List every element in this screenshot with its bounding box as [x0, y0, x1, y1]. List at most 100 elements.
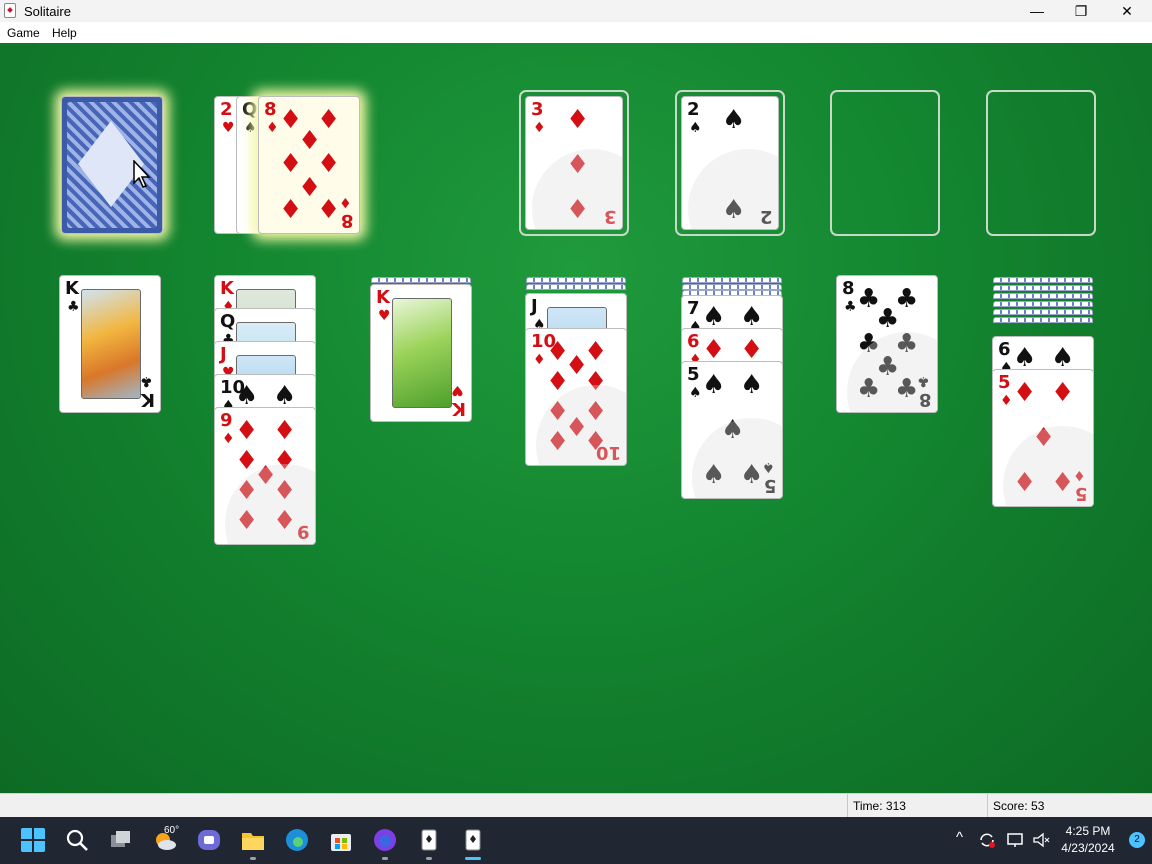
- card-rank: K: [65, 278, 79, 299]
- spade-pip-icon: ♠: [721, 415, 745, 445]
- card-rank: 3: [531, 99, 544, 120]
- sync-icon[interactable]: [978, 831, 996, 849]
- solitaire-active-taskbar-icon[interactable]: [460, 827, 486, 853]
- card-suit-bottom: ♠: [762, 459, 775, 475]
- diamond-pip-icon: ♦: [1013, 378, 1037, 408]
- close-button[interactable]: ✕: [1104, 0, 1150, 22]
- running-indicator: [382, 857, 388, 860]
- card-suit: ♦: [266, 120, 279, 136]
- menu-bar: Game Help: [0, 22, 1152, 43]
- card-rank: 2: [687, 99, 700, 120]
- window-title: Solitaire: [24, 4, 71, 19]
- tableau-card[interactable]: 10 ♦ ♦ ♦ ♦ ♦ ♦ ♦ ♦ ♦ ♦ ♦ 10: [525, 328, 627, 466]
- card-rank: 8: [264, 99, 277, 120]
- clock-time[interactable]: 4:25 PM: [1056, 824, 1120, 838]
- teams-chat-icon[interactable]: [196, 827, 222, 853]
- task-view-icon[interactable]: [108, 827, 134, 853]
- club-pip-icon: ♣: [895, 329, 919, 359]
- card-rank: 9: [220, 410, 233, 431]
- tableau-card[interactable]: 8 ♣ ♣ ♣ ♣ ♣ ♣ ♣ ♣ ♣ 8 ♣: [836, 275, 938, 413]
- diamond-pip-icon: ♦: [584, 397, 608, 427]
- diamond-pip-icon: ♦: [702, 335, 726, 365]
- windows-start-icon[interactable]: [20, 827, 46, 853]
- foundation-slot-4[interactable]: [986, 90, 1096, 236]
- network-icon[interactable]: [1006, 831, 1024, 849]
- diamond-pip-icon: ♦: [566, 105, 590, 135]
- club-pip-icon: ♣: [895, 374, 919, 404]
- minimize-button[interactable]: —: [1014, 0, 1060, 22]
- show-hidden-icons-chevron[interactable]: ^: [956, 829, 963, 846]
- card-rank-bottom: 8: [341, 210, 354, 231]
- menu-game[interactable]: Game: [7, 26, 40, 40]
- spade-pip-icon: ♠: [1051, 343, 1075, 373]
- card-rank: 7: [687, 298, 700, 319]
- card-suit-bottom: ♣: [140, 373, 153, 389]
- time-display: Time: 313: [847, 794, 987, 818]
- card-rank-bottom: 8: [919, 389, 932, 410]
- card-rank-bottom: K: [452, 398, 466, 419]
- face-down-card-edge: [993, 301, 1093, 307]
- tableau-card[interactable]: K ♥ K ♥: [370, 284, 472, 422]
- card-suit: ♦: [533, 352, 546, 368]
- taskbar: 60° ^ 4:25 PM 4/23/2024 2: [0, 817, 1152, 864]
- spade-pip-icon: ♠: [235, 381, 259, 411]
- spade-pip-icon: ♠: [702, 460, 726, 490]
- microsoft-store-icon[interactable]: [328, 827, 354, 853]
- foundation-slot-2[interactable]: 2 ♠ ♠ ♠ 2: [675, 90, 785, 236]
- foundation-slot-3[interactable]: [830, 90, 940, 236]
- card-suit-bottom: ♥: [451, 382, 464, 398]
- card-suit: ♦: [222, 431, 235, 447]
- mouse-pointer-icon: [133, 160, 151, 188]
- edge-browser-icon[interactable]: [284, 827, 310, 853]
- spade-pip-icon: ♠: [740, 460, 764, 490]
- card-suit: ♠: [689, 120, 702, 136]
- diamond-pip-icon: ♦: [1013, 468, 1037, 498]
- face-down-card-edge: [993, 317, 1093, 323]
- diamond-pip-icon: ♦: [235, 506, 259, 536]
- menu-help[interactable]: Help: [52, 26, 77, 40]
- face-down-card-edge: [526, 284, 626, 290]
- club-pip-icon: ♣: [876, 352, 900, 382]
- face-down-card-edge: [993, 277, 1093, 283]
- card-suit: ♦: [533, 120, 546, 136]
- diamond-pip-icon: ♦: [584, 367, 608, 397]
- card-suit: ♣: [67, 299, 80, 315]
- tableau-card[interactable]: 5 ♦ ♦ ♦ ♦ ♦ ♦ 5 ♦: [992, 369, 1094, 507]
- restore-button[interactable]: ❐: [1058, 0, 1104, 22]
- card-rank: 2: [220, 99, 233, 120]
- solitaire-app-icon: [4, 3, 16, 18]
- score-label: Score:: [993, 799, 1028, 813]
- diamond-pip-icon: ♦: [1051, 468, 1075, 498]
- title-bar[interactable]: Solitaire — ❐ ✕: [0, 0, 1152, 22]
- time-value: 313: [885, 799, 906, 813]
- card-suit-bottom: ♦: [339, 194, 352, 210]
- diamond-pip-icon: ♦: [235, 416, 259, 446]
- running-indicator: [426, 857, 432, 860]
- tableau-card[interactable]: 5 ♠ ♠ ♠ ♠ ♠ ♠ 5 ♠: [681, 361, 783, 499]
- card-suit: ♥: [222, 120, 235, 136]
- tableau-card[interactable]: 9 ♦ ♦ ♦ ♦ ♦ ♦ ♦ ♦ ♦ ♦ 9: [214, 407, 316, 545]
- notification-badge[interactable]: 2: [1129, 832, 1145, 848]
- diamond-pip-icon: ♦: [273, 506, 297, 536]
- time-label: Time:: [853, 799, 883, 813]
- diamond-pip-icon: ♦: [279, 195, 303, 225]
- face-down-card-edge: [526, 277, 626, 283]
- card-rank: 6: [687, 331, 700, 352]
- foundation-slot-1[interactable]: 3 ♦ ♦ ♦ ♦ 3: [519, 90, 629, 236]
- firefox-icon[interactable]: [372, 827, 398, 853]
- status-bar: Time: 313 Score: 53: [0, 793, 1152, 818]
- card-rank-bottom: 5: [1075, 483, 1088, 504]
- tableau-card[interactable]: K ♣ K ♣: [59, 275, 161, 413]
- search-icon[interactable]: [64, 827, 90, 853]
- diamond-pip-icon: ♦: [565, 413, 589, 443]
- waste-top-card[interactable]: 8 ♦ ♦ ♦ ♦ ♦ ♦ ♦ ♦ ♦ 8 ♦: [258, 96, 360, 234]
- solitaire-taskbar-icon[interactable]: [416, 827, 442, 853]
- clock-date[interactable]: 4/23/2024: [1056, 841, 1120, 855]
- file-explorer-icon[interactable]: [240, 827, 266, 853]
- spade-pip-icon: ♠: [740, 370, 764, 400]
- face-down-card-edge: [993, 309, 1093, 315]
- card-rank: K: [376, 287, 390, 308]
- club-pip-icon: ♣: [857, 374, 881, 404]
- volume-muted-icon[interactable]: [1032, 831, 1050, 849]
- spade-pip-icon: ♠: [702, 302, 726, 332]
